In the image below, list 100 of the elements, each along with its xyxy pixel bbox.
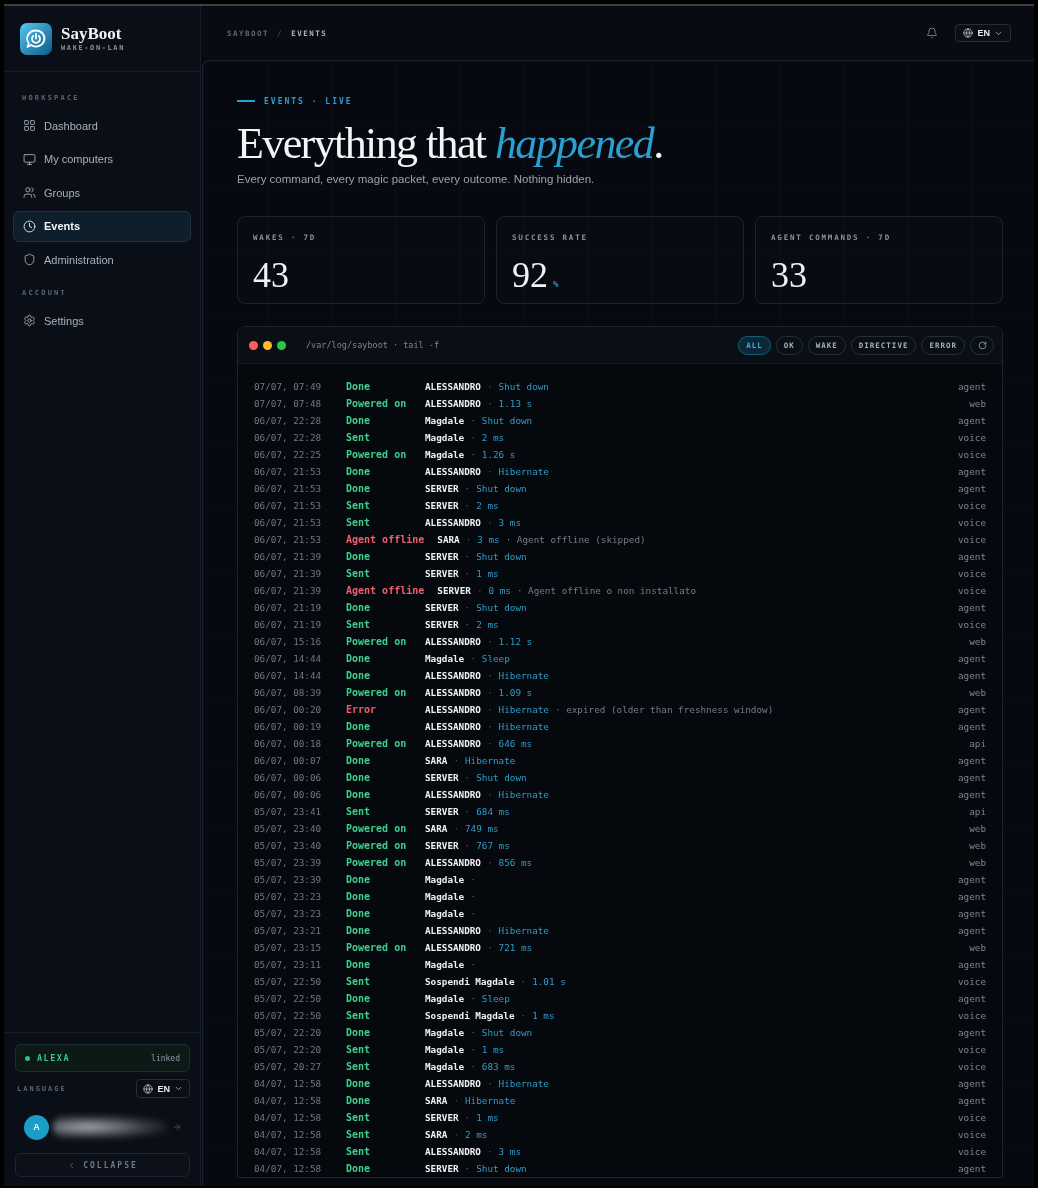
log-separator: · [464,806,471,817]
nav-item[interactable]: Settings [13,305,191,336]
log-time: 06/07, 21:19 [254,602,323,613]
log-status: Powered on [346,942,408,953]
log-detail: Shut down [476,602,527,613]
log-status: Done [346,415,372,426]
page-subtitle: Every command, every magic packet, every outcome. Nothing hidden. [237,172,596,187]
nav-item[interactable]: Dashboard [13,110,191,141]
log-source: agent [958,959,986,970]
notification-bell-icon[interactable] [926,27,939,39]
log-detail: 1 ms [532,1010,555,1021]
language-dropdown[interactable]: EN [955,24,1011,42]
log-status: Done [346,874,372,885]
log-source: agent [958,755,986,766]
close-dot-icon [249,340,258,350]
log-source: agent [958,1078,986,1089]
log-device: ALESSANDRO [425,738,481,749]
log-device: ALESSANDRO [425,381,481,392]
nav-item[interactable]: Groups [13,177,191,208]
log-separator: · [453,823,459,834]
log-status: Error [346,704,378,715]
log-source: agent [958,1027,986,1038]
log-source: voice [958,1010,986,1021]
log-separator: · [470,1027,476,1038]
log-time: 04/07, 12:58 [254,1078,323,1089]
log-time: 06/07, 22:28 [254,432,323,443]
log-separator: · [487,398,493,409]
log-source: agent [958,670,986,681]
log-detail: Hibernate [465,1095,516,1106]
log-time: 05/07, 23:39 [254,857,323,868]
globe-icon [963,28,974,38]
log-status: Done [346,993,372,1004]
log-device: SARA [425,755,448,766]
log-device: Sospendi Magdale [425,1010,515,1021]
settings-icon [23,314,36,327]
log-source: voice [958,619,986,630]
log-source: agent [958,466,986,477]
log-time: 04/07, 12:58 [254,1112,323,1123]
log-status: Done [346,1163,372,1174]
log-device: Magdale [425,993,465,1004]
log-detail: 767 ms [476,840,510,851]
log-separator: · [487,466,493,477]
log-detail: 1.26 s [481,449,516,460]
log-detail: 1 ms [476,568,499,579]
log-status: Done [346,670,372,681]
log-device: ALESSANDRO [425,942,481,953]
log-detail: Shut down [481,1027,533,1038]
log-detail: 749 ms [465,823,499,834]
nav-item[interactable]: My computers [13,143,191,175]
log-time: 05/07, 23:15 [254,942,323,953]
nav-item[interactable]: Administration [13,244,191,275]
log-time: 05/07, 23:40 [254,840,323,851]
log-source: voice [958,432,986,443]
log-status: Done [346,381,372,392]
log-device: ALESSANDRO [425,704,481,715]
log-device: SARA [437,534,460,545]
log-device: SERVER [425,500,459,511]
log-source: agent [958,1095,986,1106]
log-time: 06/07, 21:39 [254,568,323,579]
log-time: 06/07, 00:06 [254,789,323,800]
log-status: Done [346,602,372,613]
collapse-button[interactable]: COLLAPSE [15,1153,190,1177]
log-detail: Hibernate [498,789,549,800]
log-separator: · [470,653,476,664]
log-device: SERVER [425,1112,459,1123]
log-source: voice [958,449,986,460]
log-time: 05/07, 23:23 [254,891,323,902]
log-detail: 3 ms [477,534,500,545]
log-separator: · [464,483,471,494]
log-source: agent [958,874,986,885]
log-time: 05/07, 22:20 [254,1027,323,1038]
log-device: ALESSANDRO [425,687,481,698]
log-status: Done [346,908,372,919]
log-device: Magdale [425,449,465,460]
log-time: 05/07, 23:23 [254,908,323,919]
log-detail: 646 ms [498,738,533,749]
log-source: api [969,806,986,817]
log-time: 06/07, 22:25 [254,449,323,460]
clock-icon [23,219,36,233]
log-separator: · [464,1112,471,1123]
log-source: voice [958,976,986,987]
shield-icon [23,253,36,266]
log-separator: · [464,602,471,613]
log-time: 06/07, 08:39 [254,687,323,698]
eyebrow-text: EVENTS · LIVE [264,96,353,106]
language-dropdown[interactable]: EN [136,1079,190,1098]
log-separator: · [470,959,476,970]
log-time: 06/07, 14:44 [254,670,323,681]
log-source: web [969,840,986,851]
nav-item[interactable]: Events [13,210,191,242]
log-source: voice [958,1044,986,1055]
log-status: Sent [346,500,372,511]
log-time: 06/07, 21:53 [254,483,323,494]
log-device: ALESSANDRO [425,517,481,528]
log-status: Done [346,551,372,562]
log-note: · Agent offline o non installato [516,585,696,596]
log-status: Done [346,772,372,783]
log-note: · expired (older than freshness window) [554,704,774,715]
log-time: 05/07, 20:27 [254,1061,323,1072]
log-device: Magdale [425,415,465,426]
